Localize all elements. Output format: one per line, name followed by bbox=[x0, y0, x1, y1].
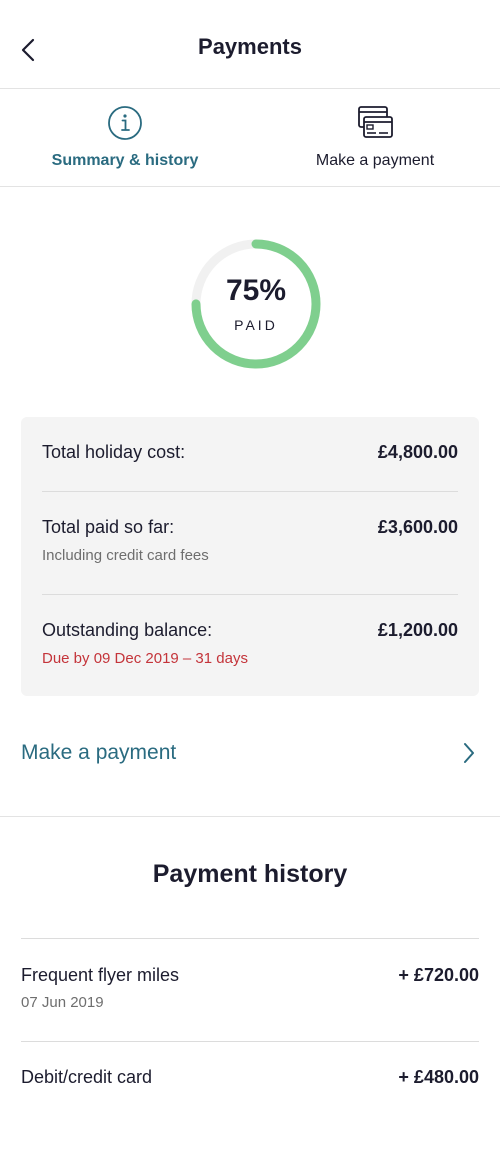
payment-history-title: Payment history bbox=[152, 860, 348, 888]
history-divider bbox=[21, 938, 479, 939]
progress-label: PAID bbox=[234, 317, 278, 333]
info-icon bbox=[108, 106, 142, 140]
credit-cards-icon bbox=[358, 106, 393, 138]
outstanding-row: Outstanding balance: £1,200.00 Due by 09… bbox=[42, 620, 458, 676]
history-divider bbox=[21, 1041, 479, 1042]
tab-make-payment[interactable]: Make a payment bbox=[250, 89, 500, 186]
page-title: Payments bbox=[198, 34, 302, 59]
chevron-right-icon bbox=[464, 743, 474, 763]
history-item-method: Debit/credit card bbox=[21, 1067, 153, 1087]
history-item-amount: + £720.00 bbox=[398, 965, 479, 985]
payment-summary-card: Total holiday cost: £4,800.00 Total paid… bbox=[21, 417, 479, 696]
tab-bar: Summary & history Make a payment bbox=[0, 89, 500, 187]
paid-progress-ring: 75% PAID bbox=[190, 238, 322, 370]
paid-row: Total paid so far: £3,600.00 Including c… bbox=[42, 517, 458, 573]
paid-note: Including credit card fees bbox=[42, 547, 209, 564]
make-payment-link[interactable]: Make a payment bbox=[21, 722, 479, 784]
summary-divider bbox=[42, 491, 458, 492]
app-header: Payments bbox=[0, 0, 500, 89]
outstanding-value: £1,200.00 bbox=[377, 620, 458, 640]
section-divider bbox=[0, 816, 500, 817]
due-date-text: Due by 09 Dec 2019 – 31 days bbox=[42, 650, 248, 667]
history-item-amount: + £480.00 bbox=[398, 1067, 479, 1087]
outstanding-label: Outstanding balance: bbox=[42, 620, 213, 640]
tab-make-payment-label: Make a payment bbox=[315, 152, 435, 169]
total-cost-label: Total holiday cost: bbox=[42, 442, 186, 462]
make-payment-link-label: Make a payment bbox=[21, 741, 177, 764]
total-cost-value: £4,800.00 bbox=[377, 442, 458, 462]
paid-value: £3,600.00 bbox=[377, 517, 458, 537]
history-item-date: 07 Jun 2019 bbox=[21, 994, 104, 1011]
tab-summary-history-label: Summary & history bbox=[51, 152, 199, 169]
progress-percent: 75% bbox=[225, 274, 287, 307]
history-item-method: Frequent flyer miles bbox=[21, 965, 180, 985]
tab-summary-history[interactable]: Summary & history bbox=[0, 89, 250, 186]
history-item: Debit/credit card + £480.00 bbox=[21, 1067, 479, 1157]
total-cost-row: Total holiday cost: £4,800.00 bbox=[42, 442, 458, 472]
summary-divider bbox=[42, 594, 458, 595]
paid-label: Total paid so far: bbox=[42, 517, 175, 537]
